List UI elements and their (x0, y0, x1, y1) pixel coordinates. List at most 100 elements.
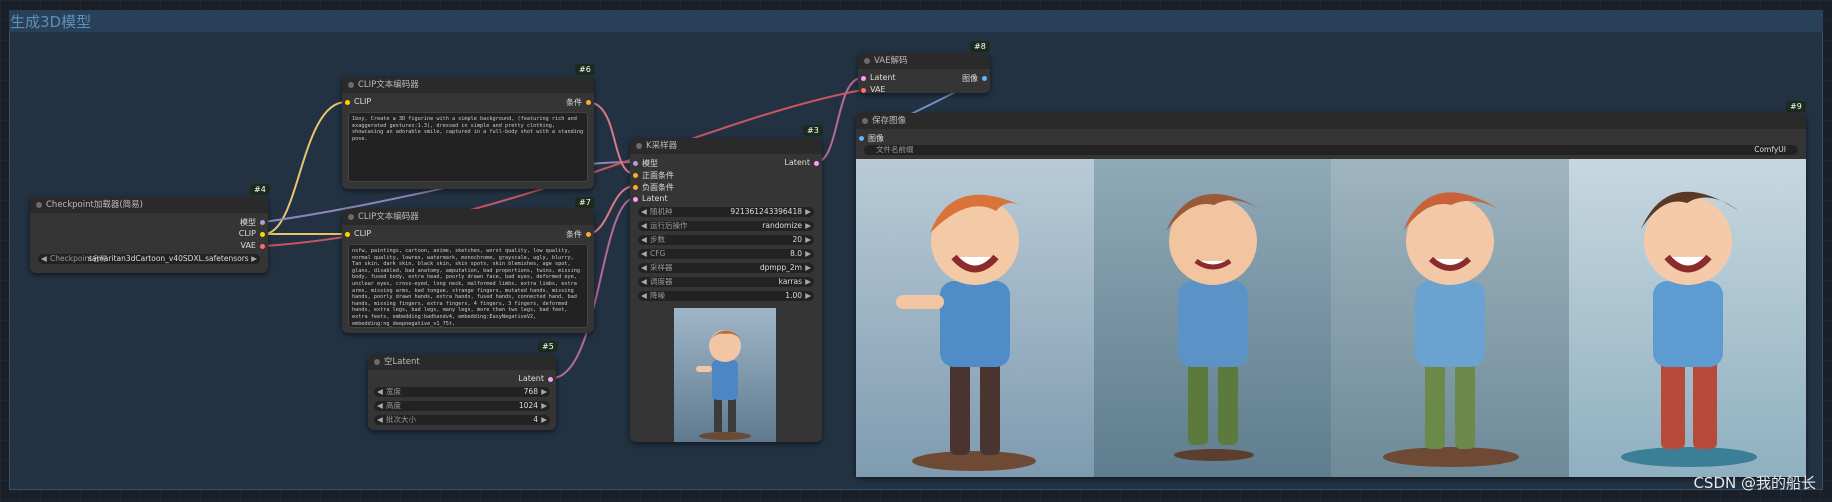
widget-label: 批次大小 (386, 415, 416, 424)
chevron-left-icon[interactable]: ◀ (377, 401, 383, 411)
chevron-left-icon[interactable]: ◀ (641, 277, 647, 287)
height-widget[interactable]: ◀ 高度 1024 ▶ (374, 401, 550, 411)
watermark: CSDN @我的船长 (1693, 474, 1816, 492)
filename-prefix-widget[interactable]: 文件名前缀 ComfyUI (864, 145, 1798, 155)
output-latent-label: Latent (518, 374, 544, 383)
output-clip-dot[interactable] (260, 232, 265, 237)
input-image-dot[interactable] (859, 136, 864, 141)
output-images-panel[interactable] (856, 159, 1806, 477)
node-title[interactable]: CLIP文本编码器 (342, 77, 594, 93)
node-title[interactable]: CLIP文本编码器 (342, 209, 594, 225)
negative-prompt-textarea[interactable]: nsfw, paintings, cartoon, anime, sketche… (348, 244, 588, 328)
chevron-left-icon[interactable]: ◀ (641, 235, 647, 245)
output-model-dot[interactable] (260, 220, 265, 225)
chevron-right-icon[interactable]: ▶ (805, 221, 811, 231)
checkpoint-loader-node[interactable]: Checkpoint加载器(简易) 模型 CLIP VAE ◀ Checkpoi… (30, 197, 268, 273)
chevron-left-icon[interactable]: ◀ (641, 291, 647, 301)
input-latent-dot[interactable] (861, 76, 866, 81)
input-clip-label: CLIP (354, 229, 372, 238)
chevron-left-icon[interactable]: ◀ (641, 263, 647, 273)
widget-label: 高度 (386, 401, 401, 410)
save-image-node[interactable]: 保存图像 图像 文件名前缀 ComfyUI (856, 113, 1806, 477)
chevron-left-icon[interactable]: ◀ (41, 254, 47, 264)
chevron-right-icon[interactable]: ▶ (541, 387, 547, 397)
output-image-4[interactable] (1568, 159, 1806, 477)
scheduler-widget[interactable]: ◀ 调度器 karras ▶ (638, 277, 814, 287)
widget-value: ComfyUI (1754, 145, 1786, 154)
chevron-right-icon[interactable]: ▶ (805, 207, 811, 217)
chevron-left-icon[interactable]: ◀ (641, 221, 647, 231)
chevron-left-icon[interactable]: ◀ (377, 387, 383, 397)
output-latent-dot[interactable] (814, 161, 819, 166)
node-badge: #6 (575, 64, 595, 75)
node-badge: #7 (575, 197, 595, 208)
widget-value: randomize (762, 221, 802, 230)
widget-label: 随机种 (650, 207, 673, 216)
node-title[interactable]: VAE解码 (858, 53, 990, 69)
node-title[interactable]: K采样器 (630, 138, 822, 154)
node-badge: #8 (970, 41, 990, 52)
denoise-widget[interactable]: ◀ 降噪 1.00 ▶ (638, 291, 814, 301)
input-vae-dot[interactable] (861, 88, 866, 93)
chevron-right-icon[interactable]: ▶ (805, 277, 811, 287)
ksampler-node[interactable]: K采样器 模型 正面条件 负面条件 Latent Latent ◀ 随机种 92… (630, 138, 822, 442)
widget-value: 1024 (518, 401, 538, 410)
clip-text-encode-positive-node[interactable]: CLIP文本编码器 CLIP 条件 1boy, Create a 3D figu… (342, 77, 594, 189)
node-badge: #9 (1786, 101, 1806, 112)
chevron-right-icon[interactable]: ▶ (541, 415, 547, 425)
input-negative-label: 负面条件 (642, 183, 674, 192)
batch-size-widget[interactable]: ◀ 批次大小 4 ▶ (374, 415, 550, 425)
empty-latent-node[interactable]: 空Latent Latent ◀ 宽度 768 ▶ ◀ 高度 1024 ▶ ◀ … (368, 354, 556, 430)
steps-widget[interactable]: ◀ 步数 20 ▶ (638, 235, 814, 245)
chevron-left-icon[interactable]: ◀ (641, 207, 647, 217)
sampler-name-widget[interactable]: ◀ 采样器 dpmpp_2m ▶ (638, 263, 814, 273)
widget-value: karras (778, 277, 802, 286)
node-badge: #4 (250, 184, 270, 195)
chevron-right-icon[interactable]: ▶ (805, 291, 811, 301)
widget-value: 20 (792, 235, 802, 244)
chevron-right-icon[interactable]: ▶ (541, 401, 547, 411)
chevron-left-icon[interactable]: ◀ (641, 249, 647, 259)
widget-label: 运行后操作 (650, 221, 688, 230)
ckpt-name-widget[interactable]: ◀ Checkpoint名称 samaritan3dCartoon_v40SDX… (38, 254, 260, 264)
chevron-right-icon[interactable]: ▶ (251, 254, 257, 264)
output-image-2[interactable] (1093, 159, 1331, 477)
chevron-right-icon[interactable]: ▶ (805, 249, 811, 259)
node-title[interactable]: Checkpoint加载器(简易) (30, 197, 268, 213)
input-clip-dot[interactable] (345, 232, 350, 237)
widget-label: 文件名前缀 (876, 145, 914, 154)
widget-label: 调度器 (650, 277, 673, 286)
input-latent-dot[interactable] (633, 197, 638, 202)
chevron-right-icon[interactable]: ▶ (805, 235, 811, 245)
output-image-dot[interactable] (982, 76, 987, 81)
control-after-generate-widget[interactable]: ◀ 运行后操作 randomize ▶ (638, 221, 814, 231)
chevron-right-icon[interactable]: ▶ (805, 263, 811, 273)
prompt-textarea[interactable]: 1boy, Create a 3D figurine with a simple… (348, 112, 588, 182)
widget-value: dpmpp_2m (759, 263, 802, 272)
widget-value: 4 (533, 415, 538, 424)
output-vae-dot[interactable] (260, 244, 265, 249)
output-image-1[interactable] (856, 159, 1094, 477)
node-title[interactable]: 空Latent (368, 354, 556, 370)
input-negative-dot[interactable] (633, 185, 638, 190)
input-positive-dot[interactable] (633, 173, 638, 178)
clip-text-encode-negative-node[interactable]: CLIP文本编码器 CLIP 条件 nsfw, paintings, carto… (342, 209, 594, 333)
node-badge: #5 (538, 341, 558, 352)
chevron-left-icon[interactable]: ◀ (377, 415, 383, 425)
output-cond-dot[interactable] (586, 232, 591, 237)
seed-widget[interactable]: ◀ 随机种 921361243396418 ▶ (638, 207, 814, 217)
widget-label: CFG (650, 249, 666, 258)
input-model-label: 模型 (642, 159, 658, 168)
output-cond-dot[interactable] (586, 100, 591, 105)
boy-figure-icon (1165, 194, 1264, 461)
node-title[interactable]: 保存图像 (856, 113, 1806, 129)
input-clip-dot[interactable] (345, 100, 350, 105)
vae-decode-node[interactable]: VAE解码 Latent VAE 图像 (858, 53, 990, 94)
cfg-widget[interactable]: ◀ CFG 8.0 ▶ (638, 249, 814, 259)
output-cond-label: 条件 (566, 230, 582, 239)
output-image-3[interactable] (1331, 159, 1569, 477)
width-widget[interactable]: ◀ 宽度 768 ▶ (374, 387, 550, 397)
preview-image[interactable] (674, 308, 776, 442)
input-model-dot[interactable] (633, 161, 638, 166)
output-latent-dot[interactable] (548, 377, 553, 382)
